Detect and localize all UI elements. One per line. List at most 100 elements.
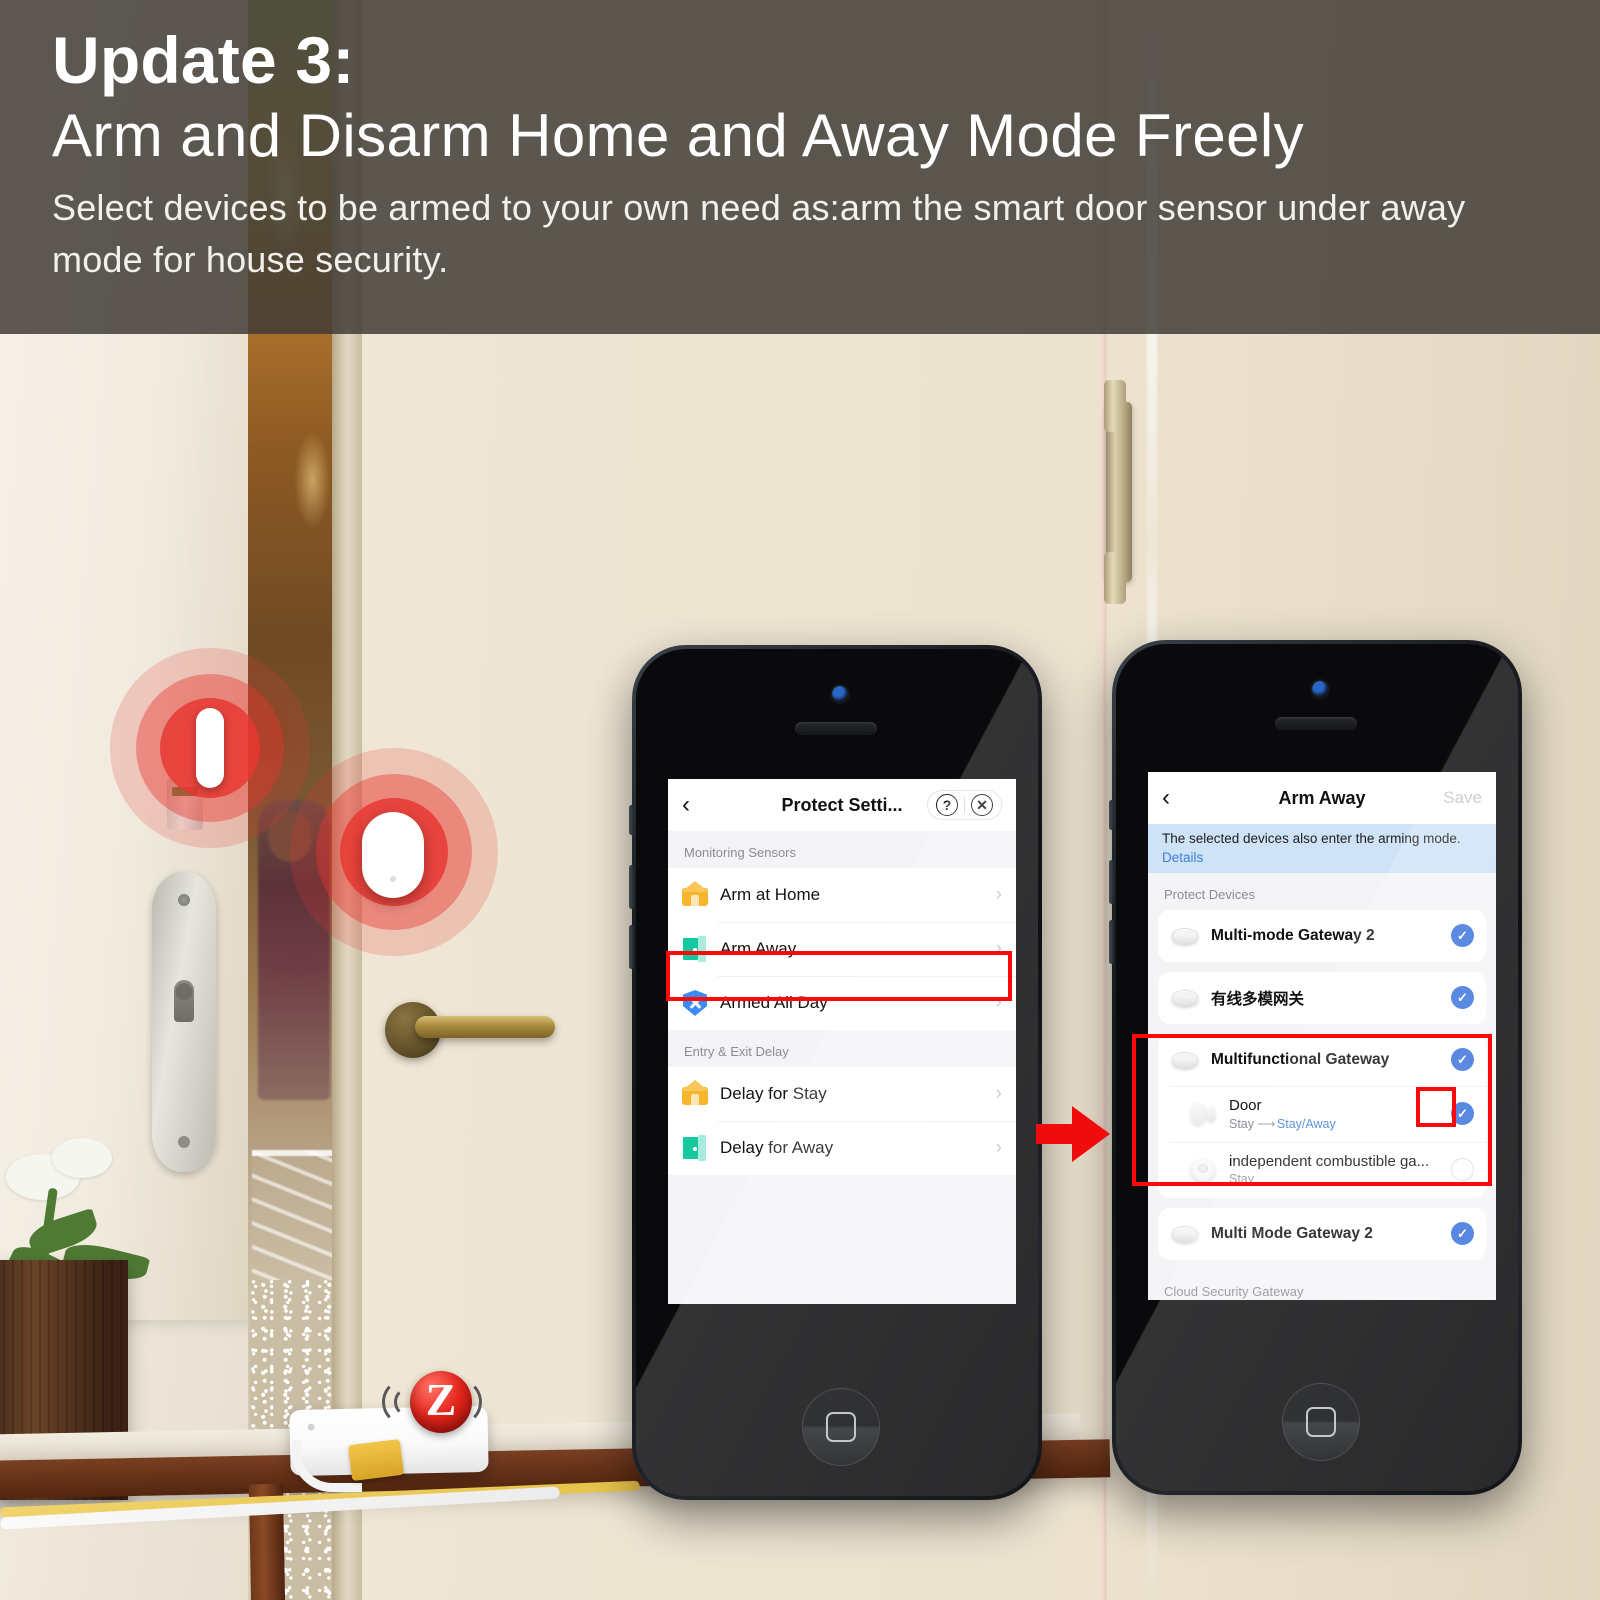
mode-to: Stay/Away <box>1276 1116 1336 1131</box>
checkbox-checked[interactable]: ✓ <box>1451 1048 1474 1072</box>
volume-up-button[interactable] <box>629 865 634 909</box>
device-row-door[interactable]: Door Stay ⟶ Stay/Away ✓ <box>1158 1085 1486 1142</box>
device-name: independent combustible ga... <box>1229 1153 1430 1171</box>
details-link[interactable]: Details <box>1162 850 1482 865</box>
flow-arrow-icon <box>1036 1106 1110 1162</box>
device-card: Multi Mode Gateway 2 ✓ <box>1158 1207 1486 1260</box>
door-icon <box>682 1135 708 1161</box>
silent-switch[interactable] <box>1109 800 1114 830</box>
phone-right-screen: ‹ Arm Away Save The selected devices als… <box>1148 772 1496 1300</box>
device-texts: Multi-mode Gateway 2 <box>1211 927 1440 945</box>
list-item-armed-all-day[interactable]: Armed All Day › <box>668 976 1016 1030</box>
list-item-label: Arm Away <box>720 939 797 958</box>
device-texts: 有线多模网关 <box>1211 987 1440 1009</box>
home-button[interactable] <box>802 1388 880 1466</box>
device-texts: Multi Mode Gateway 2 <box>1211 1225 1440 1243</box>
navbar-actions: ? ✕ <box>927 790 1002 820</box>
door-sensor-icon <box>1188 1099 1218 1129</box>
page-title: Arm and Disarm Home and Away Mode Freely <box>52 102 1305 170</box>
volume-up-button[interactable] <box>1109 860 1114 904</box>
device-mode-transition: Stay ⟶ Stay/Away <box>1229 1116 1440 1131</box>
home-button-square-icon <box>1306 1407 1336 1437</box>
earpiece-speaker <box>795 722 877 735</box>
phone-left: ‹ Protect Setti... ? ✕ Monitoring Sensor… <box>629 645 1042 1500</box>
phone-left-body: ‹ Protect Setti... ? ✕ Monitoring Sensor… <box>636 649 1038 1496</box>
save-button[interactable]: Save <box>1443 788 1482 808</box>
device-row-multi-mode-gateway-2[interactable]: Multi Mode Gateway 2 ✓ <box>1158 1207 1486 1260</box>
list-item-label: Armed All Day <box>720 993 828 1012</box>
front-camera-icon <box>832 686 848 702</box>
ethernet-plug <box>348 1438 404 1482</box>
device-texts: independent combustible ga... Stay <box>1229 1153 1440 1186</box>
door-sensor-main <box>362 812 424 898</box>
checkbox-checked-door[interactable]: ✓ <box>1451 1102 1474 1126</box>
earpiece-speaker <box>1275 717 1357 730</box>
checkbox-checked[interactable]: ✓ <box>1451 924 1474 948</box>
front-camera-icon <box>1312 681 1328 697</box>
device-name: Multi-mode Gateway 2 <box>1211 926 1375 944</box>
phone-right-body: ‹ Arm Away Save The selected devices als… <box>1116 644 1518 1491</box>
info-banner: The selected devices also enter the armi… <box>1148 824 1496 873</box>
phone-right: ‹ Arm Away Save The selected devices als… <box>1109 640 1522 1495</box>
door-hinge <box>1104 380 1132 604</box>
list-item-arm-away[interactable]: Arm Away › <box>668 922 1016 976</box>
device-card-multifunctional: Multifunctional Gateway ✓ Door Stay ⟶ St… <box>1158 1033 1486 1198</box>
checkbox-checked[interactable]: ✓ <box>1451 1222 1474 1246</box>
gateway-puck-icon <box>1170 1045 1200 1075</box>
device-row-combustible-gas[interactable]: independent combustible ga... Stay <box>1158 1141 1486 1198</box>
phone-left-screen: ‹ Protect Setti... ? ✕ Monitoring Sensor… <box>668 779 1016 1304</box>
list-item-delay-for-stay[interactable]: Delay for Stay › <box>668 1067 1016 1121</box>
device-texts: Door Stay ⟶ Stay/Away <box>1229 1097 1440 1131</box>
list-item-label: Delay for Away <box>720 1138 834 1157</box>
section-header-cloud-security-gateway: Cloud Security Gateway <box>1148 1269 1496 1300</box>
update-kicker: Update 3: <box>52 23 355 97</box>
volume-down-button[interactable] <box>629 925 634 969</box>
gateway-puck-icon <box>1170 921 1200 951</box>
checkbox-checked[interactable]: ✓ <box>1451 986 1474 1010</box>
zigbee-letter: Z <box>425 1374 457 1425</box>
house-icon <box>681 1080 709 1107</box>
page-subtitle: Select devices to be armed to your own n… <box>52 187 1466 280</box>
device-card: 有线多模网关 ✓ <box>1158 971 1486 1024</box>
device-row-wired-multimode-gateway[interactable]: 有线多模网关 ✓ <box>1158 971 1486 1024</box>
door-handle-bar <box>415 1016 555 1038</box>
home-button-square-icon <box>826 1412 856 1442</box>
list-item-label: Delay for Stay <box>720 1084 827 1103</box>
back-icon[interactable]: ‹ <box>682 793 704 817</box>
volume-down-button[interactable] <box>1109 920 1114 964</box>
divider <box>964 797 965 813</box>
section-header-protect-devices: Protect Devices <box>1148 872 1496 910</box>
app-navbar: ‹ Protect Setti... ? ✕ <box>668 779 1016 831</box>
close-icon[interactable]: ✕ <box>971 794 993 816</box>
device-mode: Stay <box>1229 1172 1255 1187</box>
chevron-right-icon: › <box>995 1083 1002 1104</box>
section-header-monitoring: Monitoring Sensors <box>668 831 1016 868</box>
chevron-right-icon: › <box>995 938 1002 959</box>
gas-sensor-icon <box>1188 1155 1218 1185</box>
chevron-right-icon: › <box>995 884 1002 905</box>
help-icon[interactable]: ? <box>936 794 958 816</box>
home-button[interactable] <box>1282 1383 1360 1461</box>
device-row-multimode-gateway-2[interactable]: Multi-mode Gateway 2 ✓ <box>1158 909 1486 962</box>
device-texts: Multifunctional Gateway <box>1211 1051 1440 1069</box>
mode-from: Stay <box>1229 1116 1255 1131</box>
transition-arrow-icon: ⟶ <box>1257 1116 1276 1131</box>
gateway-puck-icon <box>1170 1219 1200 1249</box>
gateway-puck-icon <box>1170 983 1200 1013</box>
zigbee-logo-icon: Z <box>410 1371 472 1433</box>
shield-x-icon <box>682 990 708 1016</box>
device-name: Door <box>1229 1096 1262 1114</box>
checkbox-unchecked[interactable] <box>1451 1158 1474 1182</box>
back-icon[interactable]: ‹ <box>1162 786 1184 810</box>
zigbee-badge: Z <box>372 1365 492 1441</box>
list-item-delay-for-away[interactable]: Delay for Away › <box>668 1121 1016 1175</box>
device-name: Multi Mode Gateway 2 <box>1211 1224 1373 1242</box>
house-icon <box>681 881 709 908</box>
door-lock-plate <box>152 872 216 1172</box>
device-row-multifunctional-gateway[interactable]: Multifunctional Gateway ✓ <box>1158 1033 1486 1086</box>
list-item-label: Arm at Home <box>720 885 821 904</box>
list-item-arm-at-home[interactable]: Arm at Home › <box>668 868 1016 922</box>
silent-switch[interactable] <box>629 805 634 835</box>
door-sensor-magnet <box>196 708 224 788</box>
device-name: 有线多模网关 <box>1211 990 1305 1008</box>
